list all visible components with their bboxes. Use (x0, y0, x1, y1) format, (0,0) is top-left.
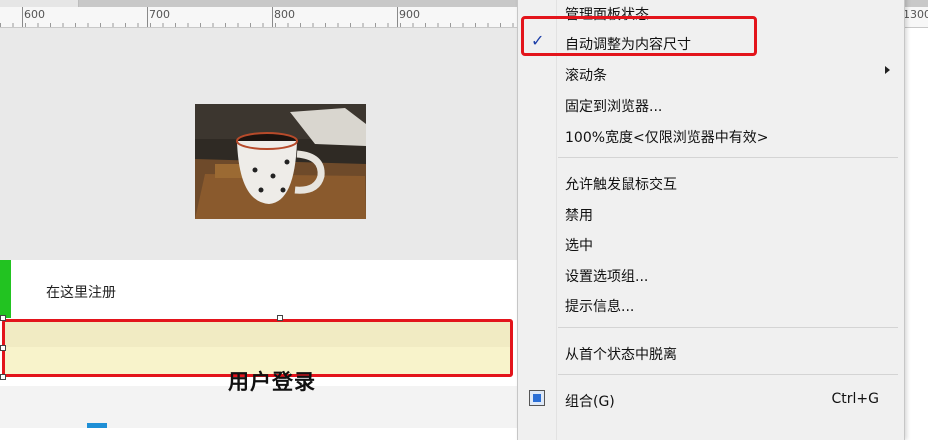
coffee-mug-image[interactable] (195, 104, 366, 219)
register-label[interactable]: 在这里注册 (46, 282, 116, 302)
menu-separator (558, 157, 898, 158)
ruler-label-600: 600 (24, 8, 45, 21)
menu-item-disable[interactable]: 禁用 (518, 199, 904, 227)
menu-item-label: 组合(G) (565, 394, 615, 410)
menu-item-label: 从首个状态中脱离 (565, 347, 677, 363)
resize-handle-top-left[interactable] (0, 315, 6, 321)
ruler-label-1300: 1300 (903, 8, 928, 21)
menu-item-label: 提示信息... (565, 299, 635, 315)
context-menu[interactable]: 管理面板状态 ✓ 自动调整为内容尺寸 滚动条 固定到浏览器... 100%宽度<… (517, 0, 905, 440)
selection-marker (0, 260, 11, 318)
document-tab[interactable] (0, 0, 79, 7)
ruler-label-800: 800 (274, 8, 295, 21)
group-icon (529, 390, 545, 406)
canvas-right-edge (904, 28, 928, 428)
menu-item-label: 禁用 (565, 208, 593, 224)
menu-item-full-width[interactable]: 100%宽度<仅限浏览器中有效> (518, 121, 904, 149)
menu-item-pin-to-browser[interactable]: 固定到浏览器... (518, 90, 904, 118)
menu-item-option-group[interactable]: 设置选项组... (518, 260, 904, 288)
resize-handle-bottom-left[interactable] (0, 374, 6, 380)
menu-item-tooltip[interactable]: 提示信息... (518, 290, 904, 318)
menu-item-label: 设置选项组... (565, 269, 649, 285)
ruler-tick (272, 7, 273, 27)
blue-widget[interactable] (87, 423, 107, 428)
menu-item-group[interactable]: 组合(G) Ctrl+G (518, 385, 904, 413)
ruler-label-900: 900 (399, 8, 420, 21)
menu-item-label: 滚动条 (565, 68, 607, 84)
annotation-highlight (521, 16, 757, 56)
mug-illustration (195, 104, 366, 219)
menu-shortcut: Ctrl+G (831, 391, 880, 407)
menu-item-label: 固定到浏览器... (565, 99, 663, 115)
ruler-tick (22, 7, 23, 27)
menu-item-allow-mouse[interactable]: 允许触发鼠标交互 (518, 168, 904, 196)
login-title: 用户登录 (228, 370, 316, 394)
menu-separator (558, 327, 898, 328)
ruler-tick (397, 7, 398, 27)
menu-item-label: 允许触发鼠标交互 (565, 177, 677, 193)
ruler-tick (147, 7, 148, 27)
submenu-arrow-icon (885, 66, 890, 74)
resize-handle-left[interactable] (0, 345, 6, 351)
menu-item-label: 选中 (565, 238, 593, 254)
menu-separator (558, 374, 898, 375)
resize-handle-top[interactable] (277, 315, 283, 321)
menu-item-label: 100%宽度<仅限浏览器中有效> (565, 130, 769, 146)
menu-item-select[interactable]: 选中 (518, 229, 904, 257)
menu-item-scrollbar[interactable]: 滚动条 (518, 59, 904, 87)
ruler-label-700: 700 (149, 8, 170, 21)
menu-item-detach[interactable]: 从首个状态中脱离 (518, 338, 904, 366)
